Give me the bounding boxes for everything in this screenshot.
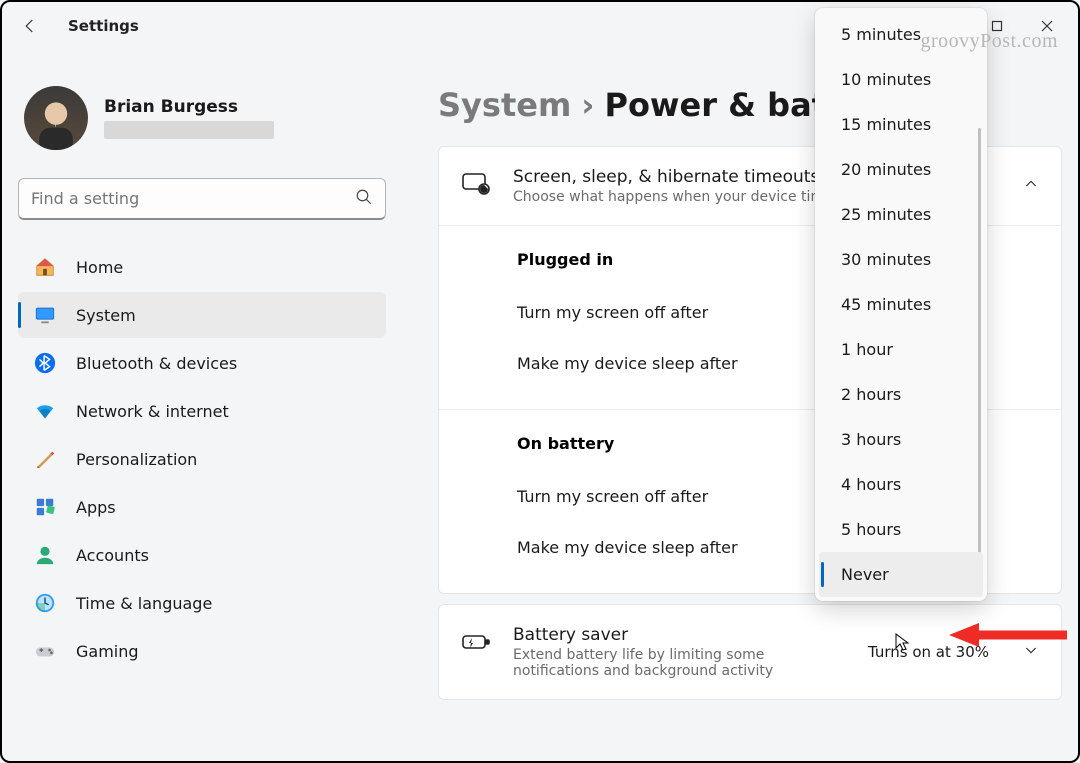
sidebar-item-label: Network & internet xyxy=(76,402,229,421)
dropdown-option[interactable]: 15 minutes xyxy=(819,102,983,147)
dropdown-option[interactable]: 2 hours xyxy=(819,372,983,417)
sidebar-item-system[interactable]: System xyxy=(18,292,386,338)
annotation-arrow xyxy=(949,620,1069,650)
screen-sleep-icon xyxy=(461,169,491,199)
home-icon xyxy=(34,256,56,278)
timeout-dropdown[interactable]: 5 minutes10 minutes15 minutes20 minutes2… xyxy=(815,8,987,601)
user-email-redacted xyxy=(104,121,274,139)
dropdown-option[interactable]: 5 hours xyxy=(819,507,983,552)
dropdown-option[interactable]: 45 minutes xyxy=(819,282,983,327)
bluetooth-icon xyxy=(34,352,56,374)
watermark: groovyPost.com xyxy=(920,30,1058,53)
dropdown-option[interactable]: 30 minutes xyxy=(819,237,983,282)
card-subtitle: Extend battery life by limiting some not… xyxy=(513,647,846,679)
sidebar-item-network[interactable]: Network & internet xyxy=(18,388,386,434)
dropdown-option[interactable]: 20 minutes xyxy=(819,147,983,192)
sidebar-item-label: Home xyxy=(76,258,123,277)
dropdown-option[interactable]: 4 hours xyxy=(819,462,983,507)
cursor-pointer-icon xyxy=(894,632,914,652)
dropdown-scrollbar[interactable] xyxy=(978,128,981,561)
dropdown-option[interactable]: 3 hours xyxy=(819,417,983,462)
sidebar-item-label: Personalization xyxy=(76,450,197,469)
sidebar: Brian Burgess Home System Bluetooth & devi… xyxy=(2,50,402,761)
time-icon xyxy=(34,592,56,614)
system-icon xyxy=(34,304,56,326)
card-title: Battery saver xyxy=(513,625,846,645)
card-battery-saver[interactable]: Battery saver Extend battery life by lim… xyxy=(438,604,1062,700)
dropdown-option[interactable]: Never xyxy=(819,552,983,597)
sidebar-item-accounts[interactable]: Accounts xyxy=(18,532,386,578)
gaming-icon xyxy=(34,640,56,662)
sidebar-item-gaming[interactable]: Gaming xyxy=(18,628,386,674)
personalization-icon xyxy=(34,448,56,470)
search-icon xyxy=(355,188,373,210)
dropdown-option[interactable]: 25 minutes xyxy=(819,192,983,237)
search-box[interactable] xyxy=(18,178,386,220)
settings-window: groovyPost.com Settings Brian Burgess xyxy=(0,0,1080,763)
sidebar-item-home[interactable]: Home xyxy=(18,244,386,290)
sidebar-item-bluetooth[interactable]: Bluetooth & devices xyxy=(18,340,386,386)
user-block[interactable]: Brian Burgess xyxy=(24,86,386,150)
search-input[interactable] xyxy=(31,189,355,208)
breadcrumb-current: Power & bat xyxy=(604,86,826,124)
avatar xyxy=(24,86,88,150)
nav-list: Home System Bluetooth & devices Network & i… xyxy=(18,244,386,674)
breadcrumb-parent[interactable]: System xyxy=(438,86,571,124)
sidebar-item-label: Bluetooth & devices xyxy=(76,354,237,373)
sidebar-item-personalization[interactable]: Personalization xyxy=(18,436,386,482)
sidebar-item-label: Apps xyxy=(76,498,116,517)
dropdown-option[interactable]: 1 hour xyxy=(819,327,983,372)
user-name: Brian Burgess xyxy=(104,97,274,117)
accounts-icon xyxy=(34,544,56,566)
battery-saver-icon xyxy=(461,627,491,657)
apps-icon xyxy=(34,496,56,518)
network-icon xyxy=(34,400,56,422)
window-title: Settings xyxy=(68,17,139,35)
sidebar-item-time[interactable]: Time & language xyxy=(18,580,386,626)
sidebar-item-label: Accounts xyxy=(76,546,149,565)
sidebar-item-label: Time & language xyxy=(76,594,212,613)
sidebar-item-label: System xyxy=(76,306,136,325)
chevron-up-icon[interactable] xyxy=(1023,176,1039,196)
back-button[interactable] xyxy=(10,6,50,46)
sidebar-item-apps[interactable]: Apps xyxy=(18,484,386,530)
chevron-right-icon: › xyxy=(581,86,594,124)
sidebar-item-label: Gaming xyxy=(76,642,139,661)
dropdown-option[interactable]: 10 minutes xyxy=(819,57,983,102)
